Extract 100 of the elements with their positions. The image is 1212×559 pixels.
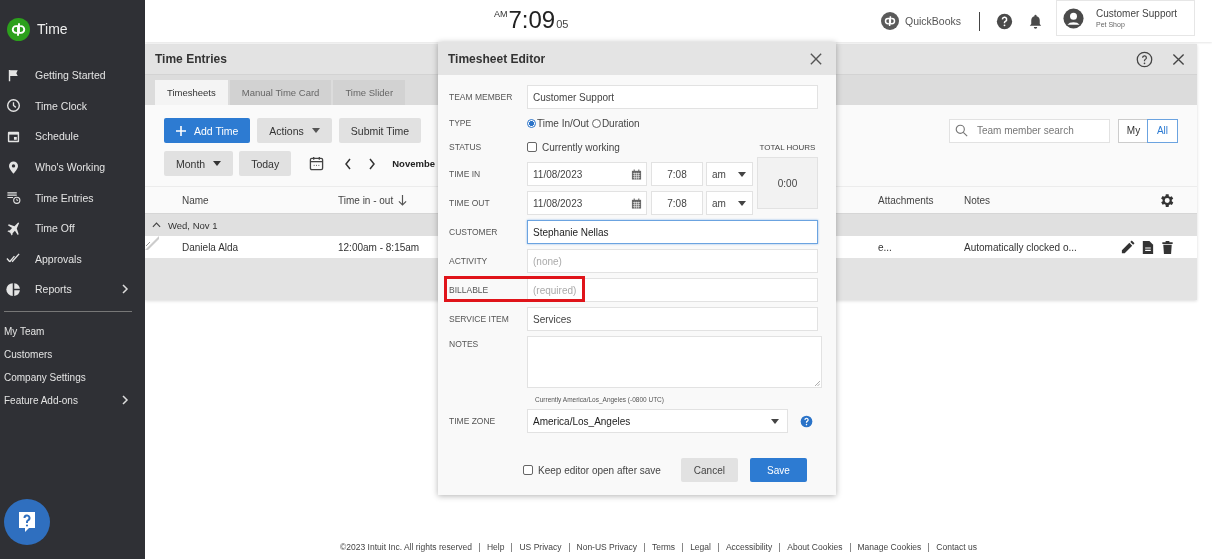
clock-icon xyxy=(6,98,21,114)
footer-link[interactable]: Manage Cookies xyxy=(849,543,929,552)
footer-link[interactable]: Non-US Privacy xyxy=(568,543,644,552)
view-dropdown[interactable]: Month xyxy=(164,151,234,176)
team-member-field[interactable]: Customer Support xyxy=(527,85,818,109)
type-radio[interactable]: Time In/Out xyxy=(527,117,589,129)
sidebar-link[interactable]: Customers xyxy=(0,342,145,366)
sidebar-link[interactable]: Feature Add-ons xyxy=(0,388,145,412)
today-button[interactable]: Today xyxy=(239,151,292,176)
help-button[interactable] xyxy=(4,499,50,545)
footer-link[interactable]: US Privacy xyxy=(511,543,569,552)
keep-open-checkbox[interactable]: Keep editor open after save xyxy=(523,464,661,476)
column-header[interactable]: Name xyxy=(182,194,338,206)
table-cell-text: e... xyxy=(878,241,893,253)
table-cell-text: Daniela Alda xyxy=(182,241,240,253)
cancel-button[interactable]: Cancel xyxy=(680,458,738,482)
footer-link[interactable]: Legal xyxy=(682,543,718,552)
edit-icon[interactable] xyxy=(1120,239,1135,255)
collapse-icon[interactable] xyxy=(152,222,161,228)
sidebar-item[interactable]: Time Entries xyxy=(0,182,145,213)
footer-link[interactable]: Help xyxy=(479,543,512,552)
settings-icon[interactable] xyxy=(1158,191,1175,209)
column-header[interactable]: Time in - out xyxy=(338,194,394,206)
field-label: ACTIVITY xyxy=(449,256,489,266)
customer-field[interactable]: Stephanie Nellas xyxy=(527,220,818,244)
meridiem-dropdown[interactable]: am xyxy=(706,191,753,215)
calendar-icon xyxy=(631,197,642,209)
panel-title: Time Entries xyxy=(155,52,227,66)
qb-logo-icon xyxy=(7,17,30,41)
meridiem-dropdown[interactable]: am xyxy=(706,162,753,186)
sidebar-item[interactable]: Time Clock xyxy=(0,90,145,122)
qb-logo-icon xyxy=(880,12,899,30)
time-zone-dropdown[interactable]: America/Los_Angeles xyxy=(527,409,788,433)
calendar-icon[interactable] xyxy=(309,156,325,171)
help-icon[interactable] xyxy=(800,414,813,428)
field-label: SERVICE ITEM xyxy=(449,314,510,324)
sidebar-link[interactable]: Company Settings xyxy=(0,365,145,389)
service-item-field[interactable]: Services xyxy=(527,307,818,331)
notes-field[interactable] xyxy=(527,336,822,388)
sidebar-link[interactable]: My Team xyxy=(0,319,145,343)
sidebar-item[interactable]: Schedule xyxy=(0,121,145,152)
type-radio[interactable]: Duration xyxy=(591,117,640,129)
actions-dropdown[interactable]: Actions xyxy=(257,118,332,143)
plus-icon xyxy=(176,125,186,136)
bell-icon[interactable] xyxy=(1027,12,1044,30)
footer-link[interactable]: Accessibility xyxy=(717,543,780,552)
field-label: STATUS xyxy=(449,142,483,152)
edit-corner-icon xyxy=(145,236,159,250)
field-label: CUSTOMER xyxy=(449,227,499,237)
total-hours-value: 0:00 xyxy=(757,157,818,209)
caret-icon xyxy=(738,171,746,177)
app-name: Time xyxy=(37,21,68,37)
pin-icon xyxy=(6,159,21,175)
flag-icon xyxy=(6,67,21,83)
next-icon[interactable] xyxy=(368,157,377,170)
tab[interactable]: Timesheets xyxy=(155,80,228,105)
table-cell-text: Automatically clocked o... xyxy=(964,241,1078,253)
scope-toggle[interactable]: All xyxy=(1147,118,1178,143)
footer-link[interactable]: Terms xyxy=(644,543,683,552)
help-icon[interactable] xyxy=(1136,50,1153,68)
clock-time: 7:09 xyxy=(508,6,556,34)
sidebar-item[interactable]: Who's Working xyxy=(0,151,145,183)
submit-time-button[interactable]: Submit Time xyxy=(338,118,422,143)
sidebar-item[interactable]: Time Off xyxy=(0,212,145,244)
column-header[interactable]: Attachments xyxy=(878,194,964,206)
caret-icon xyxy=(771,418,779,424)
tab[interactable]: Time Slider xyxy=(333,80,406,105)
user-name: Customer Support xyxy=(1096,8,1178,19)
field-label: TIME IN xyxy=(449,169,482,179)
help-icon xyxy=(17,510,37,534)
currently-working-checkbox[interactable]: Currently working xyxy=(527,141,620,153)
calendar-icon xyxy=(6,129,21,144)
previous-icon[interactable] xyxy=(344,157,353,170)
sidebar-item[interactable]: Reports xyxy=(0,274,145,305)
help-icon[interactable] xyxy=(996,12,1013,30)
column-header[interactable]: Notes xyxy=(964,194,1120,206)
footer-link[interactable]: About Cookies xyxy=(779,543,850,552)
quickbooks-link[interactable]: QuickBooks xyxy=(904,15,961,27)
date-field[interactable]: 11/08/2023 xyxy=(527,162,647,186)
save-button[interactable]: Save xyxy=(749,458,807,482)
caret-icon xyxy=(311,128,320,133)
field-label: TIME OUT xyxy=(449,198,491,208)
time-field[interactable]: 7:08 xyxy=(651,191,703,215)
sidebar-item[interactable]: Getting Started xyxy=(0,60,145,91)
field-label: BILLABLE xyxy=(449,285,490,295)
total-hours-label: TOTAL HOURS xyxy=(759,143,816,152)
scope-toggle[interactable]: My xyxy=(1119,119,1148,142)
tab[interactable]: Manual Time Card xyxy=(229,80,332,105)
table-cell-text: 12:00am - 8:15am xyxy=(338,241,421,253)
date-field[interactable]: 11/08/2023 xyxy=(527,191,647,215)
trash-icon[interactable] xyxy=(1160,239,1175,255)
footer-link[interactable]: Contact us xyxy=(928,543,984,552)
clock-seconds: 05 xyxy=(556,18,569,30)
sidebar-item[interactable]: Approvals xyxy=(0,243,145,275)
close-icon[interactable] xyxy=(810,52,822,65)
search-field[interactable]: Team member search xyxy=(949,118,1110,143)
document-icon[interactable] xyxy=(1140,239,1155,255)
caret-icon xyxy=(738,200,746,206)
time-field[interactable]: 7:08 xyxy=(651,162,703,186)
add-time-button[interactable]: Add Time xyxy=(164,118,251,143)
